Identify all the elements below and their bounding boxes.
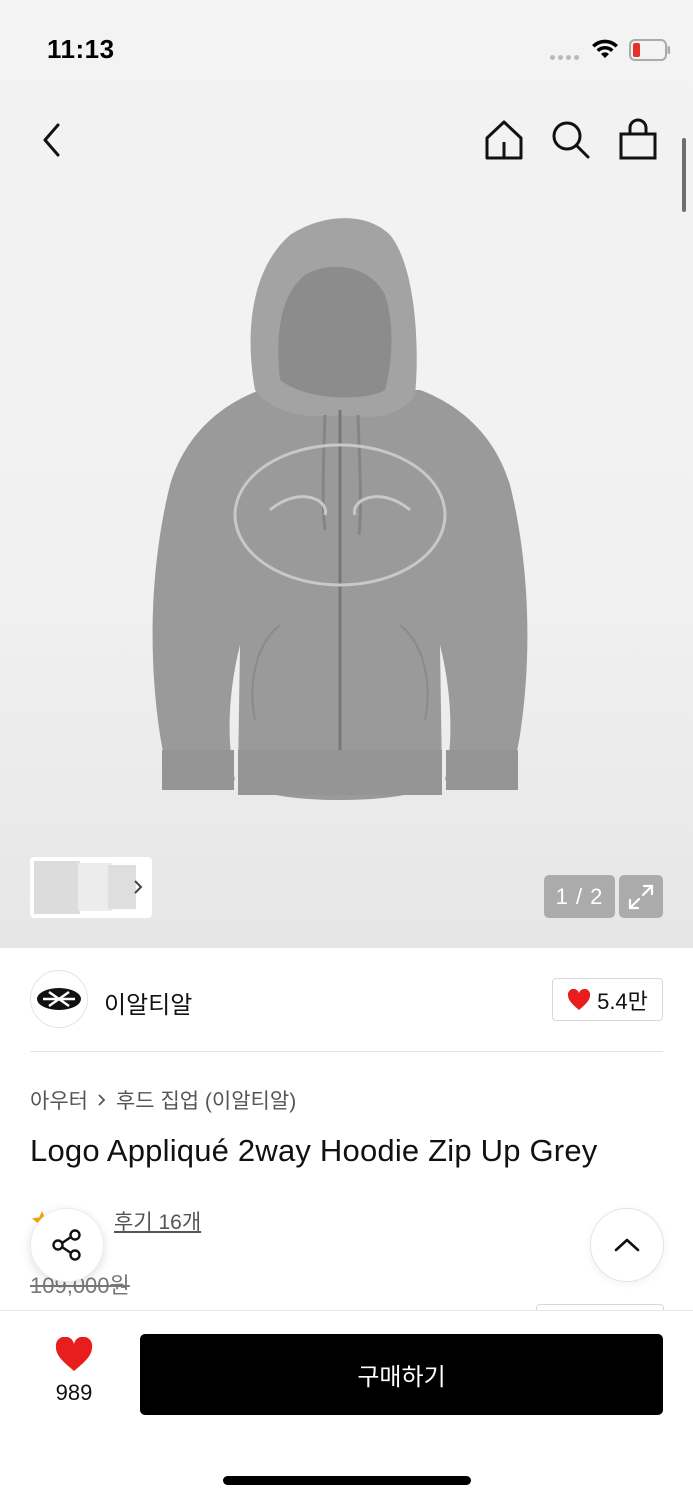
share-button[interactable] (30, 1208, 104, 1282)
search-icon[interactable] (550, 118, 592, 162)
brand-logo-icon (37, 988, 81, 1010)
brand-name[interactable]: 이알티알 (104, 985, 192, 1020)
image-page-counter: 1 / 2 (544, 875, 615, 918)
breadcrumb-category[interactable]: 아우터 (30, 1085, 88, 1115)
chevron-up-icon (614, 1238, 640, 1252)
status-time: 11:13 (47, 34, 115, 64)
signal-dots-icon (550, 55, 579, 60)
brand-like-button[interactable]: 5.4만 (552, 978, 663, 1021)
thumbnail-white-hoodie[interactable] (78, 863, 112, 911)
share-icon (52, 1229, 81, 1261)
status-bar: 11:13 (0, 0, 693, 100)
brand-logo[interactable] (30, 970, 88, 1028)
chevron-right-icon (98, 1094, 106, 1106)
thumbnail-grey-hoodie[interactable] (34, 861, 80, 914)
brand-like-count: 5.4만 (597, 988, 648, 1014)
scroll-to-top-button[interactable] (590, 1208, 664, 1282)
breadcrumb-subcategory[interactable]: 후드 집업 (이알티알) (116, 1085, 296, 1115)
wishlist-count: 989 (55, 1380, 93, 1405)
back-arrow-icon[interactable] (36, 120, 72, 160)
expand-image-button[interactable] (619, 875, 663, 918)
divider (30, 1051, 663, 1052)
chevron-right-icon[interactable] (130, 876, 146, 898)
product-image-hoodie[interactable] (130, 215, 550, 820)
review-count-link[interactable]: 후기 16개 (114, 1206, 201, 1236)
battery-low-icon (629, 39, 670, 61)
home-icon[interactable] (482, 118, 526, 162)
home-indicator (223, 1476, 471, 1485)
expand-icon (628, 884, 654, 909)
wifi-icon (592, 39, 618, 58)
scroll-indicator (682, 138, 686, 212)
thumbnail-strip[interactable] (30, 857, 152, 918)
wishlist-heart-icon[interactable] (54, 1337, 94, 1373)
shopping-bag-icon[interactable] (616, 118, 660, 162)
heart-icon (568, 988, 591, 1010)
breadcrumb: 아우터 후드 집업 (이알티알) (30, 1085, 296, 1115)
product-title: Logo Appliqué 2way Hoodie Zip Up Grey (30, 1133, 598, 1168)
product-hero: 11:13 1 / 2 (0, 0, 693, 948)
buy-button[interactable]: 구매하기 (140, 1334, 663, 1415)
